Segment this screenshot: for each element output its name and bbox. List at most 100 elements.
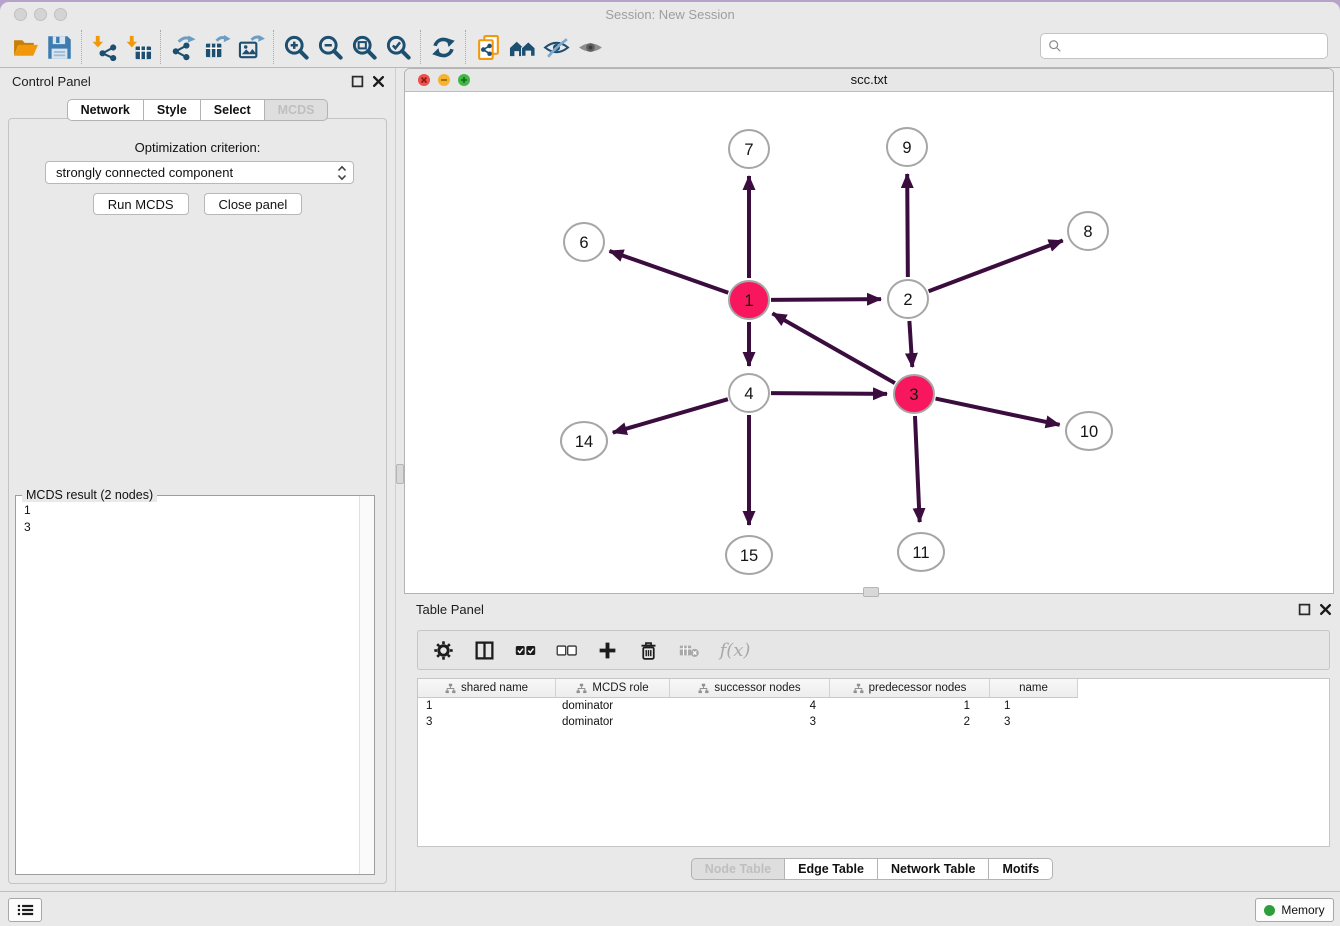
toggle-column-button[interactable] [471, 637, 497, 663]
zoom-in-button[interactable] [279, 30, 313, 64]
criterion-dropdown[interactable]: strongly connected component [45, 161, 354, 184]
table-panel-title: Table Panel [416, 602, 484, 617]
zoom-fit-button[interactable] [347, 30, 381, 64]
graph-node-2[interactable]: 2 [888, 280, 928, 318]
refresh-icon [430, 34, 457, 61]
table-cell: dominator [556, 698, 670, 714]
network-canvas[interactable]: 7 9 6 8 1 2 4 3 14 10 15 11 [405, 91, 1333, 593]
tab-mcds[interactable]: MCDS [265, 99, 329, 121]
export-image-button[interactable] [234, 30, 268, 64]
run-mcds-button[interactable]: Run MCDS [93, 193, 189, 215]
import-network-icon [91, 34, 118, 61]
node-table: shared nameMCDS rolesuccessor nodesprede… [417, 678, 1330, 847]
memory-label: Memory [1281, 903, 1324, 917]
graph-edge-2-3[interactable] [909, 321, 912, 367]
graph-node-10[interactable]: 10 [1066, 412, 1112, 450]
close-table-panel-icon[interactable] [1319, 603, 1332, 616]
clone-network-button[interactable] [471, 30, 505, 64]
mcds-tab-content: Optimization criterion: strongly connect… [8, 118, 387, 884]
svg-text:1: 1 [744, 292, 753, 310]
select-all-button[interactable] [512, 637, 538, 663]
close-panel-icon[interactable] [372, 75, 385, 88]
column-header-MCDS-role[interactable]: MCDS role [556, 679, 670, 698]
graph-node-15[interactable]: 15 [726, 536, 772, 574]
float-table-panel-icon[interactable] [1298, 603, 1311, 616]
export-image-icon [238, 34, 265, 61]
graph-edge-1-2[interactable] [771, 299, 881, 300]
tab-network[interactable]: Network [67, 99, 144, 121]
column-header-successor-nodes[interactable]: successor nodes [670, 679, 830, 698]
delete-column-button[interactable] [635, 637, 661, 663]
import-network-button[interactable] [87, 30, 121, 64]
horizontal-splitter-handle[interactable] [863, 587, 879, 597]
deselect-all-button[interactable] [553, 637, 579, 663]
table-cell: 1 [830, 698, 990, 714]
graph-edge-3-1[interactable] [772, 313, 894, 383]
tab-network-table[interactable]: Network Table [878, 858, 990, 880]
refresh-layout-button[interactable] [426, 30, 460, 64]
graph-node-7[interactable]: 7 [729, 130, 769, 168]
vertical-splitter[interactable] [396, 68, 404, 594]
search-input[interactable] [1067, 38, 1327, 55]
first-neighbors-button[interactable] [505, 30, 539, 64]
graph-node-9[interactable]: 9 [887, 128, 927, 166]
graph-edge-4-3[interactable] [771, 393, 887, 394]
graph-node-3[interactable]: 3 [894, 375, 934, 413]
column-header-name[interactable]: name [990, 679, 1078, 698]
close-panel-button[interactable]: Close panel [204, 193, 303, 215]
search-field[interactable] [1040, 33, 1328, 59]
network-window: scc.txt 7 9 6 8 1 2 4 3 14 10 15 11 [404, 68, 1334, 594]
column-header-predecessor-nodes[interactable]: predecessor nodes [830, 679, 990, 698]
zoom-fit-icon [351, 34, 378, 61]
graph-node-11[interactable]: 11 [898, 533, 944, 571]
zoom-selected-button[interactable] [381, 30, 415, 64]
graph-node-8[interactable]: 8 [1068, 212, 1108, 250]
table-panel: Table Panel f(x) shared nameMCDS rolesuc… [404, 597, 1340, 888]
save-session-button[interactable] [42, 30, 76, 64]
export-network-icon [170, 34, 197, 61]
delete-table-button [676, 637, 702, 663]
graph-edge-3-10[interactable] [936, 399, 1060, 425]
zoom-selected-icon [385, 34, 412, 61]
tab-style[interactable]: Style [144, 99, 201, 121]
toolbar-separator [273, 30, 274, 64]
result-scrollbar[interactable] [359, 496, 374, 874]
tab-edge-table[interactable]: Edge Table [785, 858, 878, 880]
zoom-out-button[interactable] [313, 30, 347, 64]
graph-node-1[interactable]: 1 [729, 281, 769, 319]
svg-text:11: 11 [912, 544, 929, 562]
tab-select[interactable]: Select [201, 99, 265, 121]
memory-button[interactable]: Memory [1255, 898, 1334, 922]
hide-selected-button[interactable] [539, 30, 573, 64]
show-all-button[interactable] [573, 30, 607, 64]
graph-edge-2-8[interactable] [929, 241, 1063, 292]
tab-node-table[interactable]: Node Table [691, 858, 785, 880]
task-history-button[interactable] [8, 898, 42, 922]
control-panel-tabs: NetworkStyleSelectMCDS [67, 99, 329, 121]
graph-edge-1-6[interactable] [609, 251, 728, 293]
zoom-out-icon [317, 34, 344, 61]
svg-text:2: 2 [903, 291, 912, 309]
open-file-button[interactable] [8, 30, 42, 64]
tree-icon [445, 683, 456, 694]
add-column-button[interactable] [594, 637, 620, 663]
export-network-button[interactable] [166, 30, 200, 64]
table-settings-button[interactable] [430, 637, 456, 663]
graph-node-4[interactable]: 4 [729, 374, 769, 412]
graph-node-6[interactable]: 6 [564, 223, 604, 261]
graph-edge-2-9[interactable] [907, 174, 908, 277]
float-panel-icon[interactable] [351, 75, 364, 88]
criterion-dropdown-value: strongly connected component [56, 165, 233, 180]
graph-edge-3-11[interactable] [915, 416, 920, 522]
table-row[interactable]: 1dominator411 [418, 698, 1329, 714]
column-header-shared-name[interactable]: shared name [418, 679, 556, 698]
svg-text:8: 8 [1083, 223, 1092, 241]
table-row[interactable]: 3dominator323 [418, 714, 1329, 730]
graph-edge-4-14[interactable] [613, 399, 728, 432]
tab-motifs[interactable]: Motifs [989, 858, 1053, 880]
import-table-button[interactable] [121, 30, 155, 64]
graph-node-14[interactable]: 14 [561, 422, 607, 460]
export-table-icon [204, 34, 231, 61]
export-table-button[interactable] [200, 30, 234, 64]
network-title: scc.txt [405, 72, 1333, 87]
